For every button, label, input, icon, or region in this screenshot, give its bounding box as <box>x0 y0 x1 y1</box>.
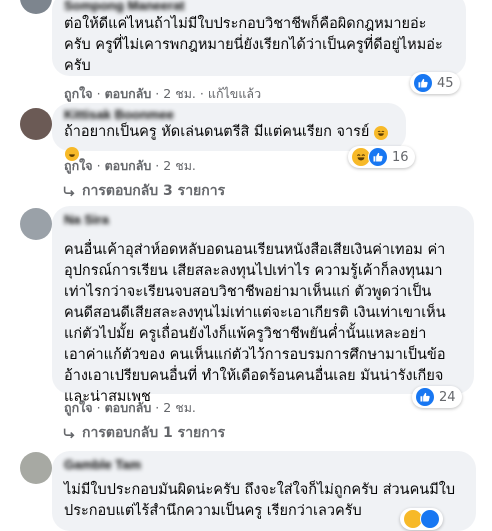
reaction-summary[interactable]: 45 <box>410 72 460 94</box>
thumbs-up-icon <box>415 387 435 407</box>
comment-author[interactable]: Sompong Maneerat <box>64 0 454 14</box>
comment-author[interactable]: Kittisak Boonmee <box>64 107 394 123</box>
comment-actions: ถูกใจ · ตอบกลับ · 2 ชม. <box>64 158 196 173</box>
reaction-summary[interactable]: 16 <box>348 146 415 168</box>
avatar[interactable] <box>20 452 52 484</box>
like-link[interactable]: ถูกใจ <box>64 86 93 101</box>
reaction-count: 45 <box>437 75 454 91</box>
comment-text: คนอื่นเค้าอุส่าห์อดหลับอดนอนเรียนหนังสือ… <box>64 242 446 405</box>
reply-link[interactable]: ตอบกลับ <box>105 400 152 415</box>
avatar[interactable] <box>20 0 52 14</box>
comment-bubble: Kittisak Boonmee ถ้าอยากเป็นครู หัดเล่นด… <box>52 103 406 161</box>
comment-text-body: ถ้าอยากเป็นครู หัดเล่นดนตรีสิ มีแต่คนเรี… <box>64 124 370 140</box>
view-replies-link[interactable]: การตอบกลับ 1 รายการ <box>62 422 225 444</box>
view-replies-link[interactable]: การตอบกลับ 3 รายการ <box>62 180 225 202</box>
comment-actions: ถูกใจ · ตอบกลับ · 2 ชม. <box>64 400 196 415</box>
reply-arrow-icon <box>63 186 75 197</box>
avatar[interactable] <box>20 108 52 140</box>
like-link[interactable]: ถูกใจ <box>64 158 93 173</box>
edited-label[interactable]: แก้ไขแล้ว <box>208 86 261 101</box>
reaction-count: 16 <box>392 149 409 165</box>
timestamp[interactable]: 2 ชม. <box>163 158 196 173</box>
thumbs-up-icon <box>413 73 433 93</box>
reply-link[interactable]: ตอบกลับ <box>105 86 152 101</box>
timestamp[interactable]: 2 ชม. <box>163 86 196 101</box>
reaction-count: 24 <box>439 389 456 405</box>
reaction-summary[interactable] <box>400 508 443 530</box>
reply-link[interactable]: ตอบกลับ <box>105 158 152 173</box>
thumbs-up-icon <box>420 509 440 529</box>
like-link[interactable]: ถูกใจ <box>64 400 93 415</box>
thumbs-up-icon <box>368 147 388 167</box>
comment-bubble: Sompong Maneerat ต่อให้ดีแค่ไหนถ้าไม่มีใ… <box>52 0 466 76</box>
laughing-emoji-icon <box>374 126 389 140</box>
replies-label[interactable]: การตอบกลับ 1 รายการ <box>82 422 225 444</box>
comment-author[interactable]: Na Sira <box>64 212 462 228</box>
comment-text: ต่อให้ดีแค่ไหนถ้าไม่มีใบประกอบวิชาชีพก็ค… <box>64 16 443 74</box>
comment-bubble: Na Sira คนอื่นเค้าอุส่าห์อดหลับอดนอนเรีย… <box>52 206 474 405</box>
comment-author[interactable]: Gamble Tam <box>64 457 464 473</box>
reply-arrow-icon <box>63 428 75 439</box>
comment-actions: ถูกใจ · ตอบกลับ · 2 ชม. · แก้ไขแล้ว <box>64 86 262 101</box>
avatar[interactable] <box>20 208 52 240</box>
replies-label[interactable]: การตอบกลับ 3 รายการ <box>82 180 225 202</box>
timestamp[interactable]: 2 ชม. <box>163 400 196 415</box>
reaction-summary[interactable]: 24 <box>412 386 462 408</box>
